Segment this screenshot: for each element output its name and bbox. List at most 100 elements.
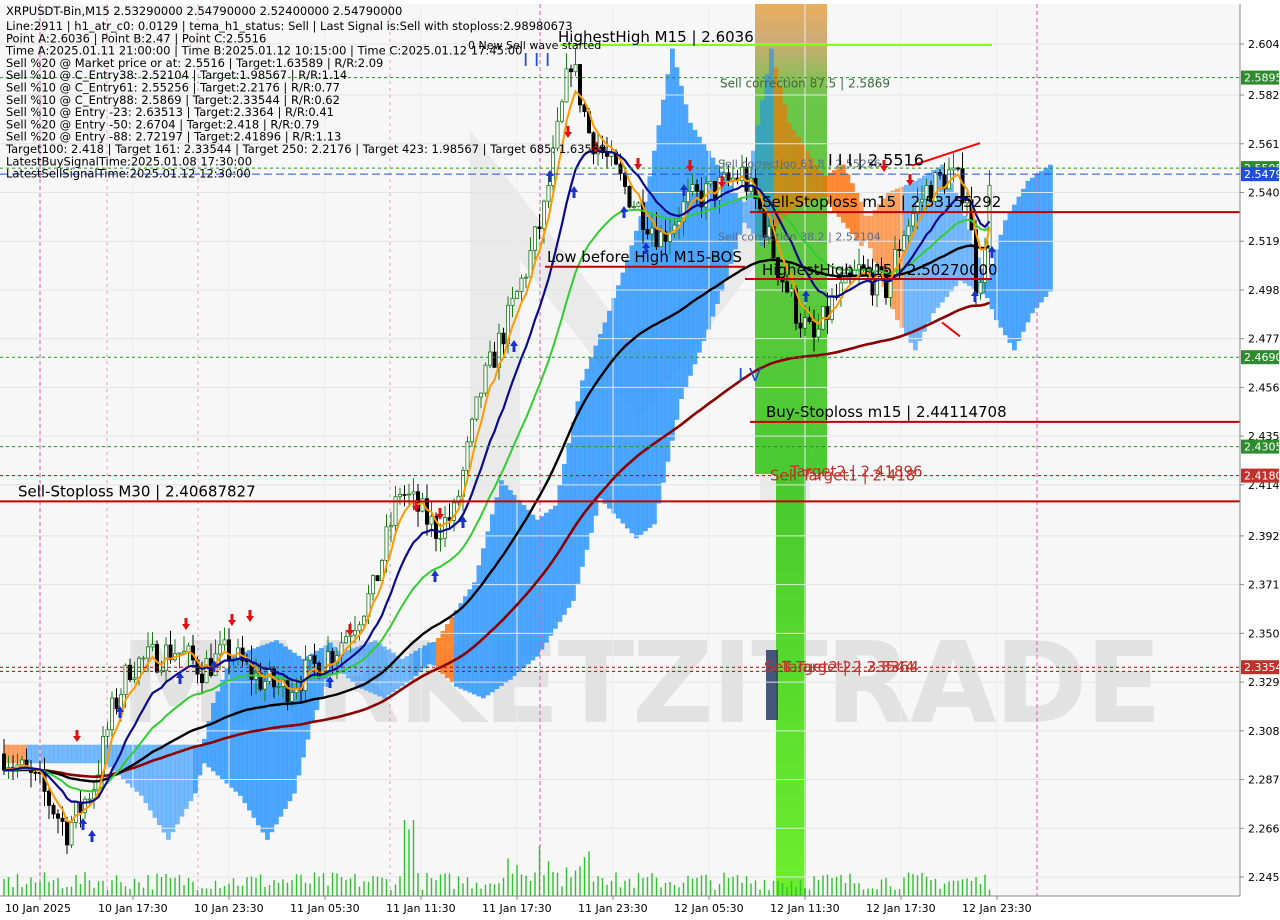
target2-overlap-label: Target2 | 2.33544	[781, 658, 915, 676]
candle-body	[618, 163, 623, 174]
y-tick-label: 2.287	[1248, 774, 1280, 787]
cloud-slice	[62, 744, 68, 764]
price-badge-label: 2.5895	[1244, 72, 1280, 85]
candle-body	[789, 288, 794, 293]
candle-body	[902, 235, 907, 251]
low-before-high-label: Low before High M15-BOS	[547, 248, 742, 266]
cloud-slice	[143, 744, 149, 804]
y-tick-label: 2.582	[1248, 89, 1280, 102]
signal-band-lower	[776, 474, 806, 896]
candle-body	[285, 680, 290, 702]
candle-body	[659, 231, 664, 247]
candle-body	[524, 276, 529, 279]
cloud-slice	[665, 74, 671, 462]
cloud-slice	[683, 104, 689, 388]
cloud-slice	[607, 310, 612, 509]
cloud-slice	[31, 744, 36, 764]
candle-body	[623, 173, 628, 187]
candle-body	[406, 493, 411, 496]
target1-overlap-label: Target2 | 2.41896	[789, 462, 923, 480]
cloud-slice	[1048, 164, 1053, 292]
cloud-slice	[179, 744, 185, 817]
candle-body	[713, 180, 718, 201]
candle-body	[312, 655, 317, 664]
y-tick-label: 2.498	[1248, 284, 1280, 297]
cloud-slice	[44, 744, 50, 764]
cloud-slice	[620, 272, 626, 524]
cloud-slice	[229, 656, 234, 788]
cloud-slice	[467, 589, 473, 693]
candle-body	[33, 772, 38, 774]
candle-body	[141, 657, 146, 660]
candle-body	[217, 644, 222, 655]
cloud-slice	[674, 67, 680, 420]
cloud-slice	[616, 285, 621, 519]
cloud-slice	[634, 230, 639, 539]
cloud-slice	[458, 603, 464, 689]
candle-body	[573, 64, 578, 73]
candle-body	[690, 184, 695, 192]
cloud-slice	[85, 744, 90, 764]
cloud-slice	[485, 531, 491, 696]
cloud-slice	[701, 143, 707, 341]
candle-body	[708, 180, 713, 185]
candle-body	[348, 634, 353, 638]
x-tick-label: 10 Jan 23:30	[194, 902, 264, 915]
cloud-slice	[472, 582, 477, 695]
cloud-slice	[598, 334, 603, 499]
cloud-slice	[386, 649, 392, 696]
candle-body	[798, 322, 803, 329]
candle-body	[483, 364, 488, 394]
candle-body	[785, 281, 790, 293]
y-tick-label: 2.392	[1248, 530, 1280, 543]
candle-body	[803, 317, 808, 329]
cloud-slice	[454, 610, 459, 687]
price-badge-label: 2.4305	[1244, 441, 1280, 454]
x-tick-label: 10 Jan 17:30	[98, 902, 168, 915]
price-badge-label: 2.4690	[1244, 351, 1280, 364]
candle-body	[469, 418, 474, 443]
y-tick-label: 2.561	[1248, 138, 1280, 151]
candle-body	[222, 639, 227, 646]
candle-body	[177, 652, 182, 655]
candle-body	[87, 798, 92, 801]
price-badge-label: 2.5479	[1244, 168, 1280, 181]
candle-body	[132, 677, 137, 680]
price-badge-label: 2.4180	[1244, 470, 1280, 483]
candle-body	[442, 517, 447, 539]
cloud-slice	[215, 691, 221, 776]
candle-body	[519, 277, 524, 292]
candle-body	[816, 328, 821, 338]
candle-body	[636, 202, 641, 207]
cloud-slice	[1025, 180, 1031, 323]
x-tick-label: 11 Jan 05:30	[290, 902, 360, 915]
cloud-slice	[436, 638, 441, 670]
cloud-slice	[1016, 196, 1022, 341]
buy-stoploss-m15-label: Buy-Stoploss m15 | 2.44114708	[766, 403, 1007, 421]
candle-body	[578, 64, 583, 106]
cloud-slice	[67, 744, 72, 764]
cloud-slice	[152, 744, 158, 818]
candle-body	[515, 290, 520, 299]
cloud-slice	[422, 645, 428, 669]
candle-body	[429, 515, 434, 525]
price-chart: MARKETZITRADE HighestHigh M15 | 2.60360 …	[0, 0, 1280, 920]
cloud-slice	[553, 505, 558, 629]
candle-body	[384, 526, 389, 561]
candle-body	[204, 658, 209, 684]
cloud-slice	[481, 548, 486, 699]
cloud-slice	[625, 259, 630, 529]
candle-body	[47, 790, 52, 806]
cloud-slice	[670, 48, 675, 441]
cloud-slice	[125, 744, 131, 784]
candle-body	[307, 655, 312, 661]
candle-body	[289, 692, 294, 702]
candle-body	[114, 697, 119, 710]
cloud-slice	[413, 650, 419, 676]
candle-body	[110, 697, 115, 731]
cloud-slice	[404, 656, 410, 683]
y-tick-label: 2.329	[1248, 676, 1280, 689]
x-tick-label: 12 Jan 17:30	[866, 902, 936, 915]
y-tick-label: 2.540	[1248, 187, 1280, 200]
x-tick-label: 10 Jan 2025	[5, 902, 71, 915]
